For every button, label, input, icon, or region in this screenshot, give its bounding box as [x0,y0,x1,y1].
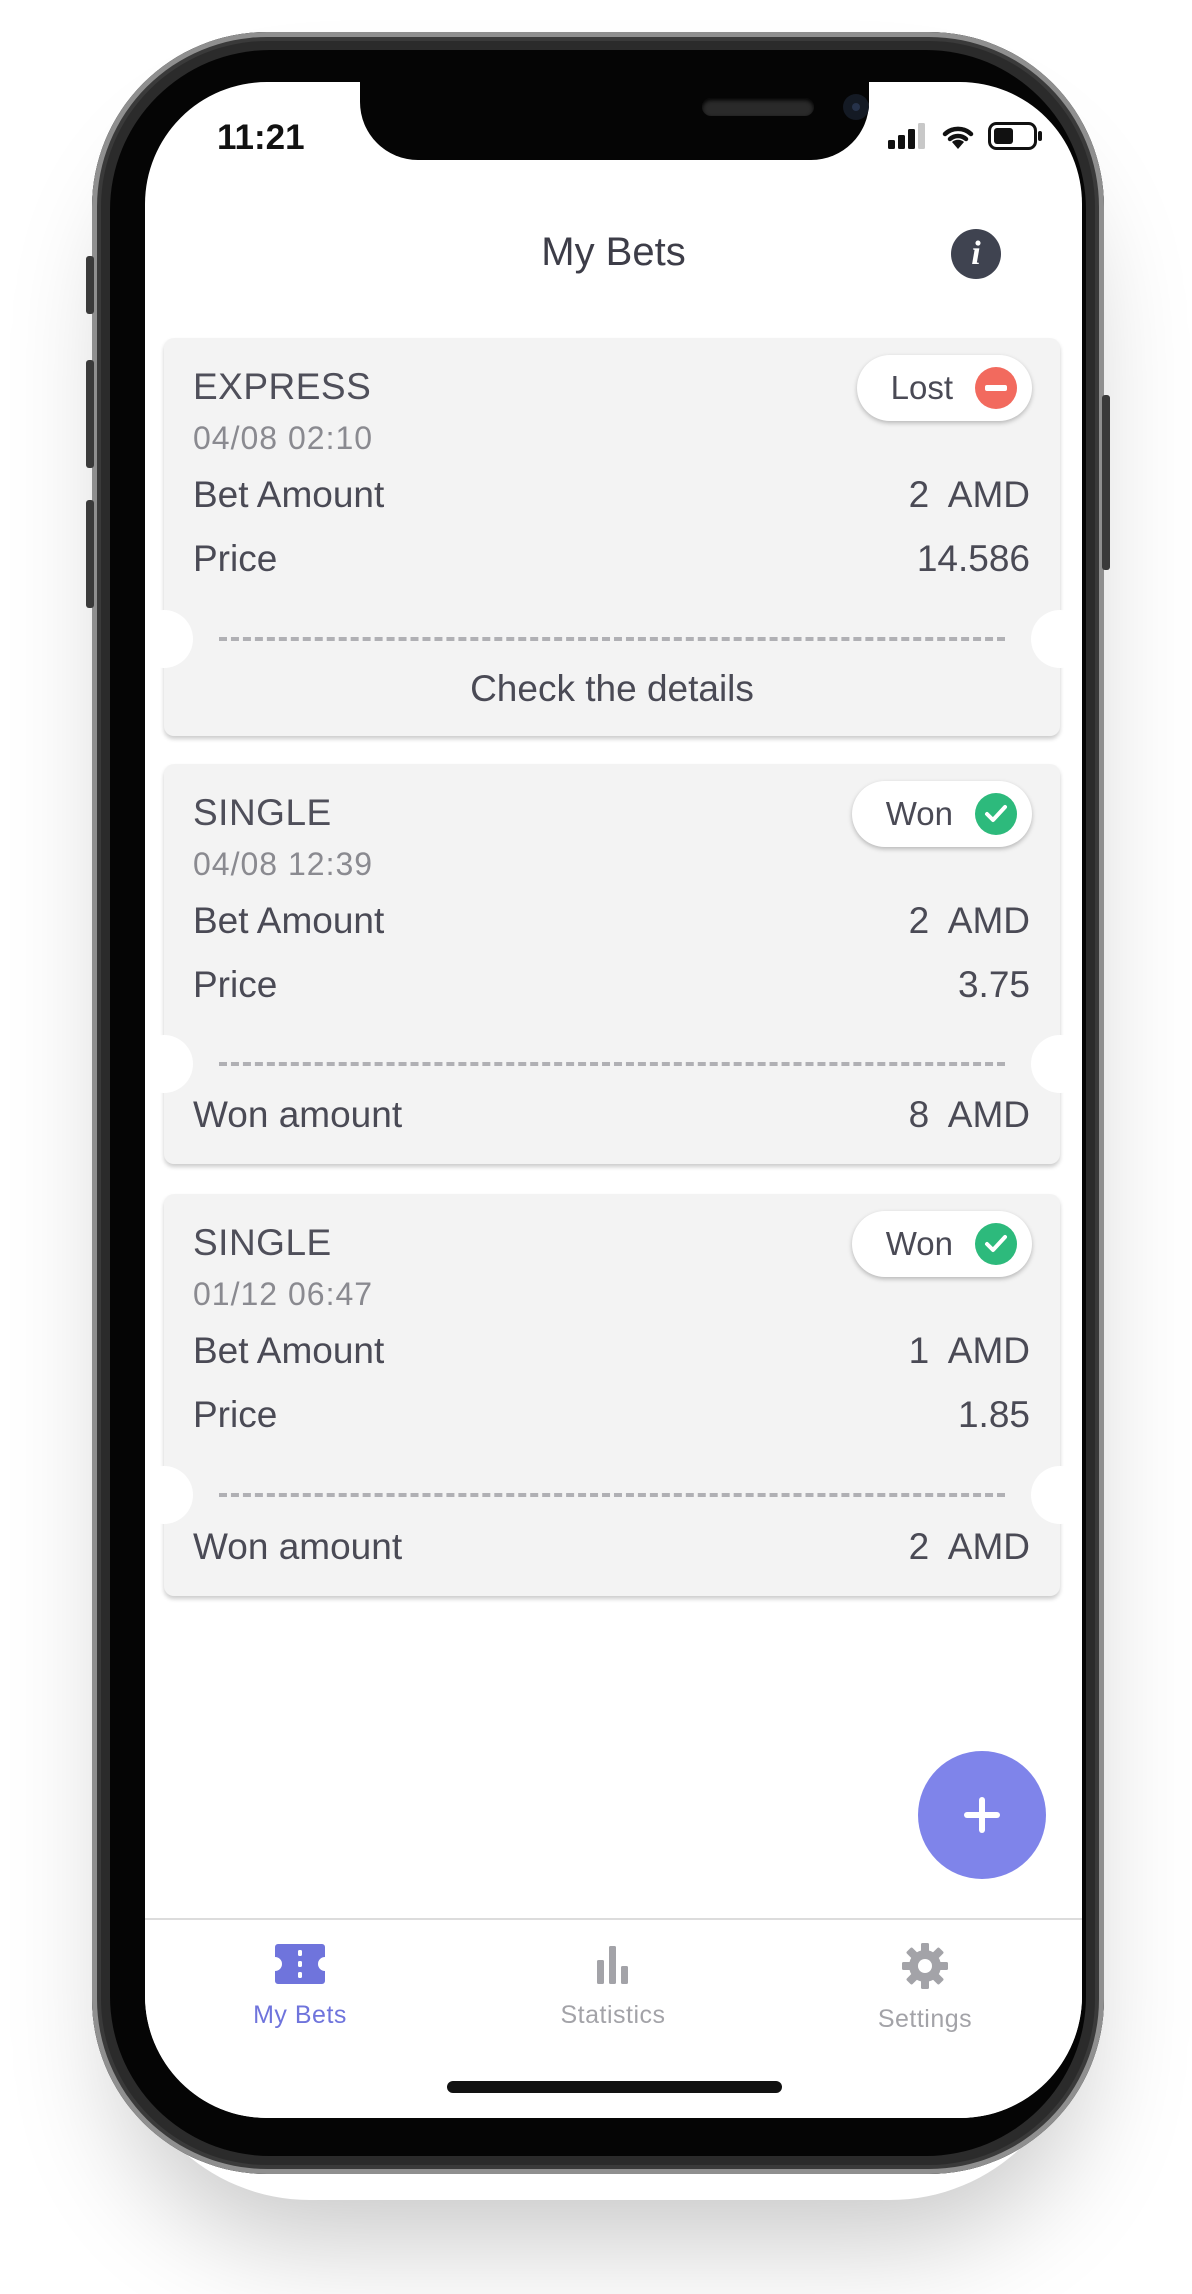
bet-amount-value: 1 AMD [908,1330,1030,1371]
bet-amount-label: Bet Amount [193,900,385,941]
ticket-divider [219,1493,1005,1497]
bet-date: 01/12 06:47 [193,1276,374,1312]
ticket-notch-left [145,1035,193,1093]
tab-my-bets[interactable]: My Bets [200,1942,400,2030]
won-amount-value: 2 AMD [908,1526,1030,1567]
add-bet-button[interactable] [918,1751,1046,1879]
ticket-icon [275,1944,325,1984]
tab-settings[interactable]: Settings [825,1942,1025,2034]
power-button [1102,395,1110,570]
cellular-signal-icon [888,123,925,149]
ticket-divider [219,1062,1005,1066]
ticket-notch-right [1031,1035,1082,1093]
bet-type: SINGLE [193,1222,332,1263]
bet-type: SINGLE [193,792,332,833]
bet-card[interactable]: SINGLE 04/08 12:39 Won Bet Amount 2 AMD … [145,764,1082,1164]
page-title: My Bets [541,230,686,274]
status-text: Won [885,1225,953,1262]
tab-label: Settings [877,2005,973,2033]
bet-date: 04/08 02:10 [193,420,374,456]
price-value: 14.586 [916,538,1030,579]
price-label: Price [193,964,278,1005]
status-badge: Won [851,781,1032,847]
minus-circle-icon [975,367,1017,409]
volume-up-button [86,360,94,468]
bet-card[interactable]: SINGLE 01/12 06:47 Won Bet Amount 1 AMD … [145,1194,1082,1596]
status-text: Won [885,795,953,832]
status-badge: Won [851,1211,1032,1277]
status-time: 11:21 [217,118,305,157]
won-amount-value: 8 AMD [908,1094,1030,1135]
device-notch [360,82,869,160]
volume-down-button [86,500,94,608]
check-circle-icon [975,793,1017,835]
battery-icon [988,122,1042,150]
status-text: Lost [890,369,953,406]
price-label: Price [193,538,278,579]
app-header: My Bets i [145,202,1082,302]
tab-label: My Bets [253,2001,347,2029]
front-camera [843,94,869,120]
wifi-icon [942,126,974,149]
won-amount-label: Won amount [193,1094,403,1135]
bet-amount-label: Bet Amount [193,1330,385,1371]
price-value: 3.75 [957,964,1030,1005]
bet-amount-label: Bet Amount [193,474,385,515]
bet-amount-value: 2 AMD [908,900,1030,941]
won-amount-label: Won amount [193,1526,403,1567]
plus-icon [964,1797,1000,1833]
status-badge: Lost [856,355,1032,421]
tab-statistics[interactable]: Statistics [513,1942,713,2030]
bet-date: 04/08 12:39 [193,846,374,882]
info-icon: i [971,235,981,272]
price-value: 1.85 [957,1394,1030,1435]
mute-switch [86,256,94,314]
price-label: Price [193,1394,278,1435]
earpiece-speaker [702,98,814,116]
bet-card[interactable]: EXPRESS 04/08 02:10 Lost Bet Amount 2 AM… [145,338,1082,736]
ticket-notch-left [145,610,193,668]
gear-icon [902,1943,948,1989]
check-details-link[interactable]: Check the details [164,668,1060,710]
info-button[interactable]: i [951,229,1001,279]
ticket-notch-right [1031,1466,1082,1524]
app-screen: 11:21 My Bets i EXPRESS 04/08 02:10 Lost… [145,82,1082,2118]
bet-type: EXPRESS [193,366,372,407]
ticket-divider [219,637,1005,641]
bet-amount-value: 2 AMD [908,474,1030,515]
home-indicator[interactable] [447,2081,782,2093]
tab-label: Statistics [560,2001,666,2029]
status-icons [888,122,1044,150]
ticket-notch-right [1031,610,1082,668]
bar-chart-icon [597,1946,628,1984]
ticket-notch-left [145,1466,193,1524]
check-circle-icon [975,1223,1017,1265]
